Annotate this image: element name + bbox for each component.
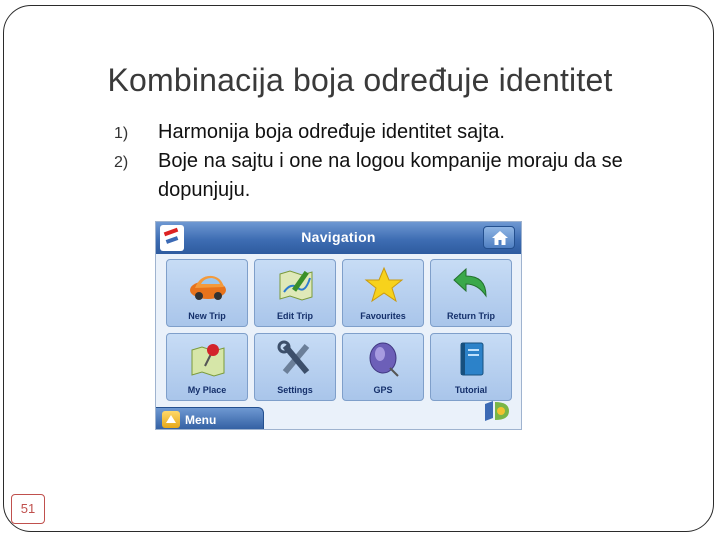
up-arrow-icon <box>162 411 180 428</box>
menu-label: Menu <box>185 413 217 427</box>
bullet-number: 2) <box>114 154 129 171</box>
tile-label: New Trip <box>188 311 226 321</box>
tile-settings[interactable]: Settings <box>254 333 336 401</box>
bullet-number: 1) <box>114 125 129 142</box>
map-pen-icon <box>279 270 313 301</box>
bullet-item: 2) Boje na sajtu i one na logou kompanij… <box>114 147 674 205</box>
car-icon <box>190 275 226 300</box>
slide-title: Kombinacija boja određuje identitet <box>107 62 613 98</box>
bullet-list: 1) Harmonija boja određuje identitet saj… <box>114 118 674 205</box>
tile-tutorial[interactable]: Tutorial <box>430 333 512 401</box>
navigation-screenshot: Navigation New Trip Edit Trip Favourites… <box>155 221 522 430</box>
satellite-icon <box>369 342 399 377</box>
menu-button[interactable]: Menu <box>156 407 264 429</box>
map-pin-icon <box>191 344 225 377</box>
star-icon <box>364 266 404 303</box>
bullet-text: Boje na sajtu i one na logou kompanije m… <box>158 150 623 201</box>
tile-label: Return Trip <box>446 311 495 321</box>
bullet-text: Harmonija boja određuje identitet sajta. <box>158 121 505 143</box>
tile-new-trip[interactable]: New Trip <box>166 259 248 327</box>
tools-icon <box>277 340 310 374</box>
navigation-title-bar: Navigation <box>156 222 521 254</box>
page-number: 51 <box>20 501 36 516</box>
navigation-title: Navigation <box>301 229 376 245</box>
bullet-item: 1) Harmonija boja određuje identitet saj… <box>114 118 674 147</box>
tile-my-place[interactable]: My Place <box>166 333 248 401</box>
tile-label: Settings <box>277 385 313 395</box>
tile-label: Edit Trip <box>277 311 313 321</box>
page-number-badge: 51 <box>11 494 45 524</box>
tile-favourites[interactable]: Favourites <box>342 259 424 327</box>
home-button[interactable] <box>483 226 515 249</box>
return-arrow-icon <box>453 267 487 298</box>
tile-gps[interactable]: GPS <box>342 333 424 401</box>
tile-edit-trip[interactable]: Edit Trip <box>254 259 336 327</box>
tile-return-trip[interactable]: Return Trip <box>430 259 512 327</box>
tile-label: My Place <box>187 385 227 395</box>
tile-label: Tutorial <box>454 385 488 395</box>
home-icon <box>492 231 508 245</box>
tile-label: Favourites <box>360 311 406 321</box>
book-icon <box>460 342 484 376</box>
tile-label: GPS <box>373 385 393 395</box>
corner-logo-icon <box>485 401 509 421</box>
